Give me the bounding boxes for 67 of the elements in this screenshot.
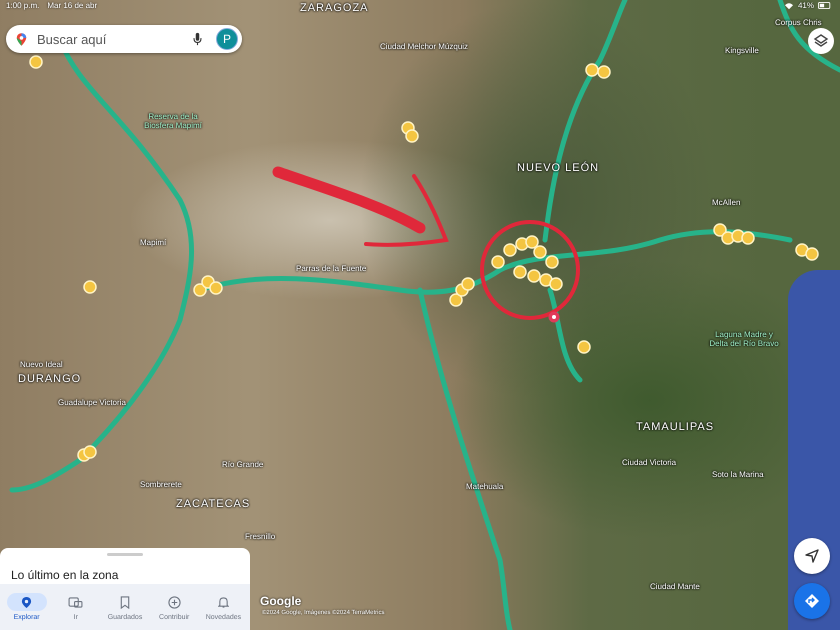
map-label: Matehuala bbox=[466, 482, 504, 491]
map-label: Mapimí bbox=[140, 238, 166, 247]
map-label: NUEVO LEÓN bbox=[517, 162, 600, 174]
map-label: Soto la Marina bbox=[712, 470, 764, 479]
map-label: Guadalupe Victoria bbox=[58, 398, 126, 407]
map-label: ZARAGOZA bbox=[300, 2, 369, 14]
battery-icon bbox=[818, 2, 832, 9]
status-time: 1:00 p.m. bbox=[6, 1, 40, 10]
map-label: Kingsville bbox=[725, 46, 759, 55]
map-label: Corpus Chris bbox=[775, 18, 822, 27]
google-logo: Google bbox=[260, 594, 302, 608]
bell-icon bbox=[218, 596, 229, 608]
place-marker-icon[interactable] bbox=[209, 281, 223, 295]
map-label: Ciudad Mante bbox=[650, 582, 700, 591]
map-label: Río Grande bbox=[222, 460, 264, 469]
place-marker-icon[interactable] bbox=[741, 231, 755, 245]
place-marker-icon[interactable] bbox=[461, 277, 475, 291]
navigation-arrow-icon bbox=[804, 548, 820, 564]
map-label: Fresnillo bbox=[245, 532, 276, 541]
profile-avatar[interactable]: P bbox=[216, 28, 238, 50]
map-label: Ciudad Victoria bbox=[622, 458, 676, 467]
battery-percent: 41% bbox=[798, 1, 814, 10]
place-marker-icon[interactable] bbox=[29, 55, 43, 69]
sheet-handle[interactable] bbox=[107, 553, 143, 556]
map-label: Sombrerete bbox=[140, 480, 182, 489]
place-marker-icon[interactable] bbox=[525, 235, 539, 249]
place-marker-icon[interactable] bbox=[577, 340, 591, 354]
microphone-icon[interactable] bbox=[193, 32, 202, 46]
maps-pin-icon bbox=[16, 32, 27, 46]
place-marker-icon[interactable] bbox=[83, 445, 97, 459]
place-marker-icon[interactable] bbox=[503, 243, 517, 257]
map-label: Laguna Madre y Delta del Río Bravo bbox=[708, 330, 780, 348]
place-marker-icon[interactable] bbox=[513, 265, 527, 279]
sheet-title: Lo último en la zona bbox=[10, 567, 120, 582]
map-label: Nuevo Ideal bbox=[20, 360, 63, 369]
place-marker-icon[interactable] bbox=[585, 63, 599, 77]
search-field[interactable]: Buscar aquí P bbox=[6, 25, 242, 53]
place-marker-icon[interactable] bbox=[545, 255, 559, 269]
place-marker-icon[interactable] bbox=[597, 65, 611, 79]
wifi-icon bbox=[784, 2, 794, 10]
place-marker-icon[interactable] bbox=[193, 283, 207, 297]
directions-icon bbox=[804, 593, 820, 609]
place-marker-icon[interactable] bbox=[449, 293, 463, 307]
place-marker-icon[interactable] bbox=[539, 273, 553, 287]
place-marker-icon[interactable] bbox=[405, 129, 419, 143]
place-marker-icon[interactable] bbox=[713, 223, 727, 237]
map-label: TAMAULIPAS bbox=[636, 421, 714, 433]
place-marker-icon[interactable] bbox=[805, 247, 819, 261]
map-label: Ciudad Melchor Múzquiz bbox=[380, 42, 468, 51]
bookmark-icon bbox=[120, 596, 130, 608]
map-label: Reserva de la Biosfera Mapimí bbox=[143, 112, 203, 130]
favorite-pin-icon[interactable] bbox=[548, 311, 560, 323]
place-marker-icon[interactable] bbox=[533, 245, 547, 259]
location-pin-icon bbox=[21, 596, 32, 608]
place-marker-icon[interactable] bbox=[83, 280, 97, 294]
map-label: ZACATECAS bbox=[176, 498, 250, 510]
map-label: DURANGO bbox=[18, 373, 82, 385]
status-date: Mar 16 de abr bbox=[47, 1, 98, 10]
map-label: McAllen bbox=[712, 198, 740, 207]
layers-icon bbox=[813, 33, 829, 49]
map-label: Parras de la Fuente bbox=[296, 264, 366, 273]
add-circle-icon bbox=[168, 596, 181, 608]
transit-icon bbox=[68, 596, 84, 608]
place-marker-icon[interactable] bbox=[491, 255, 505, 269]
place-marker-icon[interactable] bbox=[795, 243, 809, 257]
place-marker-icon[interactable] bbox=[549, 277, 563, 291]
place-marker-icon[interactable] bbox=[527, 269, 541, 283]
